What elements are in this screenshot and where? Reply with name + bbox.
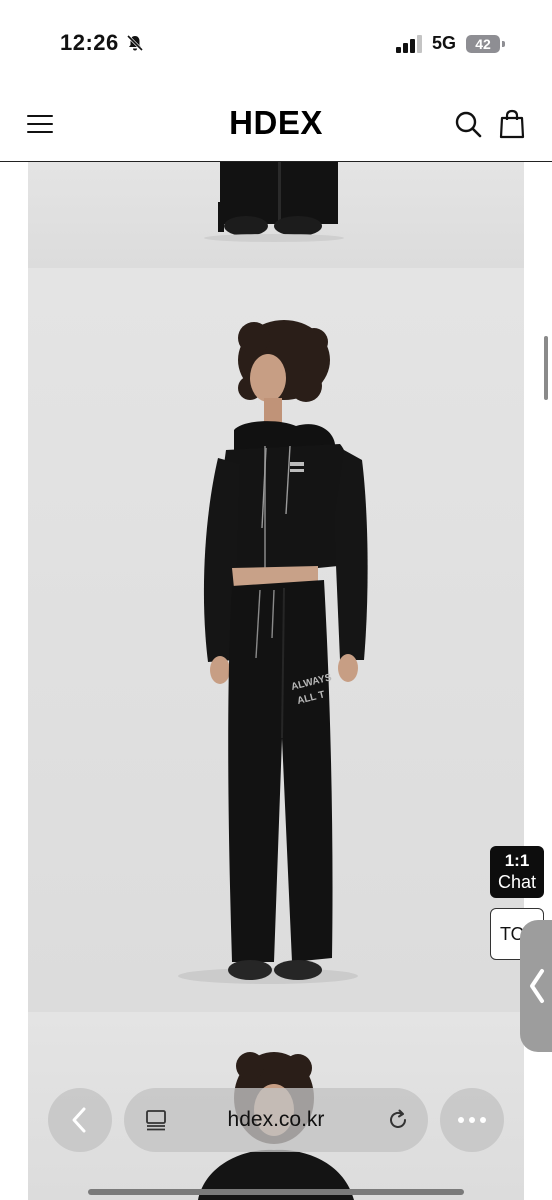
- one-to-one-chat-button[interactable]: 1:1 Chat: [490, 846, 544, 898]
- site-header: HDEX: [0, 90, 552, 162]
- browser-back-button[interactable]: [48, 1088, 112, 1152]
- battery-tip: [502, 41, 505, 47]
- product-photo-top: [28, 162, 524, 268]
- product-photo-main[interactable]: ALWAYS ALL T: [28, 268, 524, 1012]
- status-bar: 12:26 5G 42: [0, 0, 552, 90]
- side-back-tab[interactable]: [520, 920, 552, 1052]
- status-time: 12:26: [60, 30, 119, 55]
- product-image-column: ALWAYS ALL T: [28, 162, 524, 1200]
- hamburger-menu-icon[interactable]: [24, 110, 58, 140]
- bell-slash-icon: [126, 34, 144, 52]
- shopping-bag-icon[interactable]: [496, 108, 528, 140]
- browser-more-button[interactable]: [440, 1088, 504, 1152]
- network-type: 5G: [432, 33, 457, 53]
- chat-label-line1: 1:1: [504, 851, 530, 870]
- chevron-left-icon: [72, 1107, 86, 1133]
- site-logo[interactable]: HDEX: [229, 104, 323, 142]
- chat-label-line2: Chat: [497, 872, 537, 892]
- battery-indicator: 42: [466, 35, 500, 53]
- reload-icon[interactable]: [386, 1108, 410, 1132]
- address-bar[interactable]: hdex.co.kr: [124, 1088, 428, 1152]
- more-dots-icon: [458, 1117, 486, 1123]
- search-icon[interactable]: [452, 108, 484, 140]
- chevron-left-icon: [530, 969, 544, 1003]
- cellular-signal-icon: [396, 35, 422, 53]
- scroll-indicator[interactable]: [544, 336, 548, 400]
- url-text: hdex.co.kr: [227, 1108, 325, 1131]
- home-indicator: [88, 1189, 464, 1195]
